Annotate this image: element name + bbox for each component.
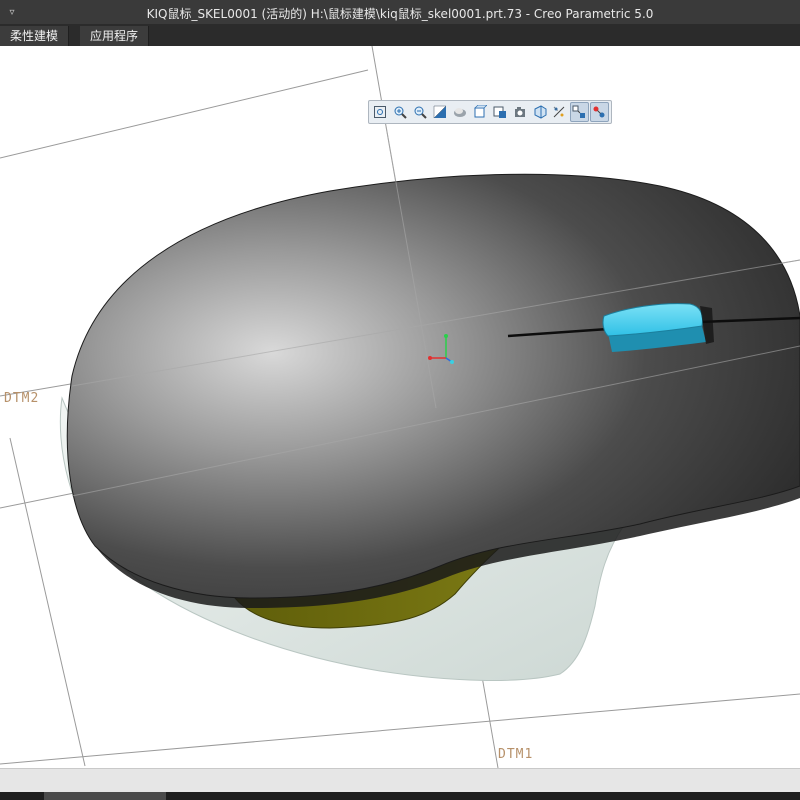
ribbon-tabs: 柔性建模 应用程序 [0,24,800,46]
zoom-out-icon[interactable] [411,102,430,122]
spin-center-icon[interactable] [569,102,589,122]
zoom-in-icon[interactable] [391,102,410,122]
taskbar-strip [0,792,800,800]
display-style-icon[interactable] [451,102,470,122]
window-title: KIQ鼠标_SKEL0001 (活动的) H:\鼠标建模\kiq鼠标_skel0… [146,7,654,21]
mouse-shell[interactable] [66,173,800,599]
repaint-icon[interactable] [431,102,450,122]
taskbar-tab[interactable] [44,792,166,800]
status-bar [0,768,800,793]
model-scene: DTM2 DTM1 [0,46,800,768]
perspective-icon[interactable] [510,102,529,122]
annotation-display-icon[interactable] [589,102,609,122]
section-icon[interactable] [530,102,549,122]
view-manager-icon[interactable] [490,102,509,122]
datum-label-dtm1[interactable]: DTM1 [498,747,533,762]
saved-orientations-icon[interactable] [470,102,489,122]
graphics-viewport[interactable]: DTM2 DTM1 [0,46,800,768]
tab-applications[interactable]: 应用程序 [80,26,150,46]
tab-flexible-modeling[interactable]: 柔性建模 [0,26,70,46]
title-bar: ▿ KIQ鼠标_SKEL0001 (活动的) H:\鼠标建模\kiq鼠标_ske… [0,0,800,24]
datum-label-dtm2[interactable]: DTM2 [4,391,39,406]
refit-icon[interactable] [371,102,390,122]
datum-display-icon[interactable] [550,102,569,122]
view-toolbar [368,100,612,124]
